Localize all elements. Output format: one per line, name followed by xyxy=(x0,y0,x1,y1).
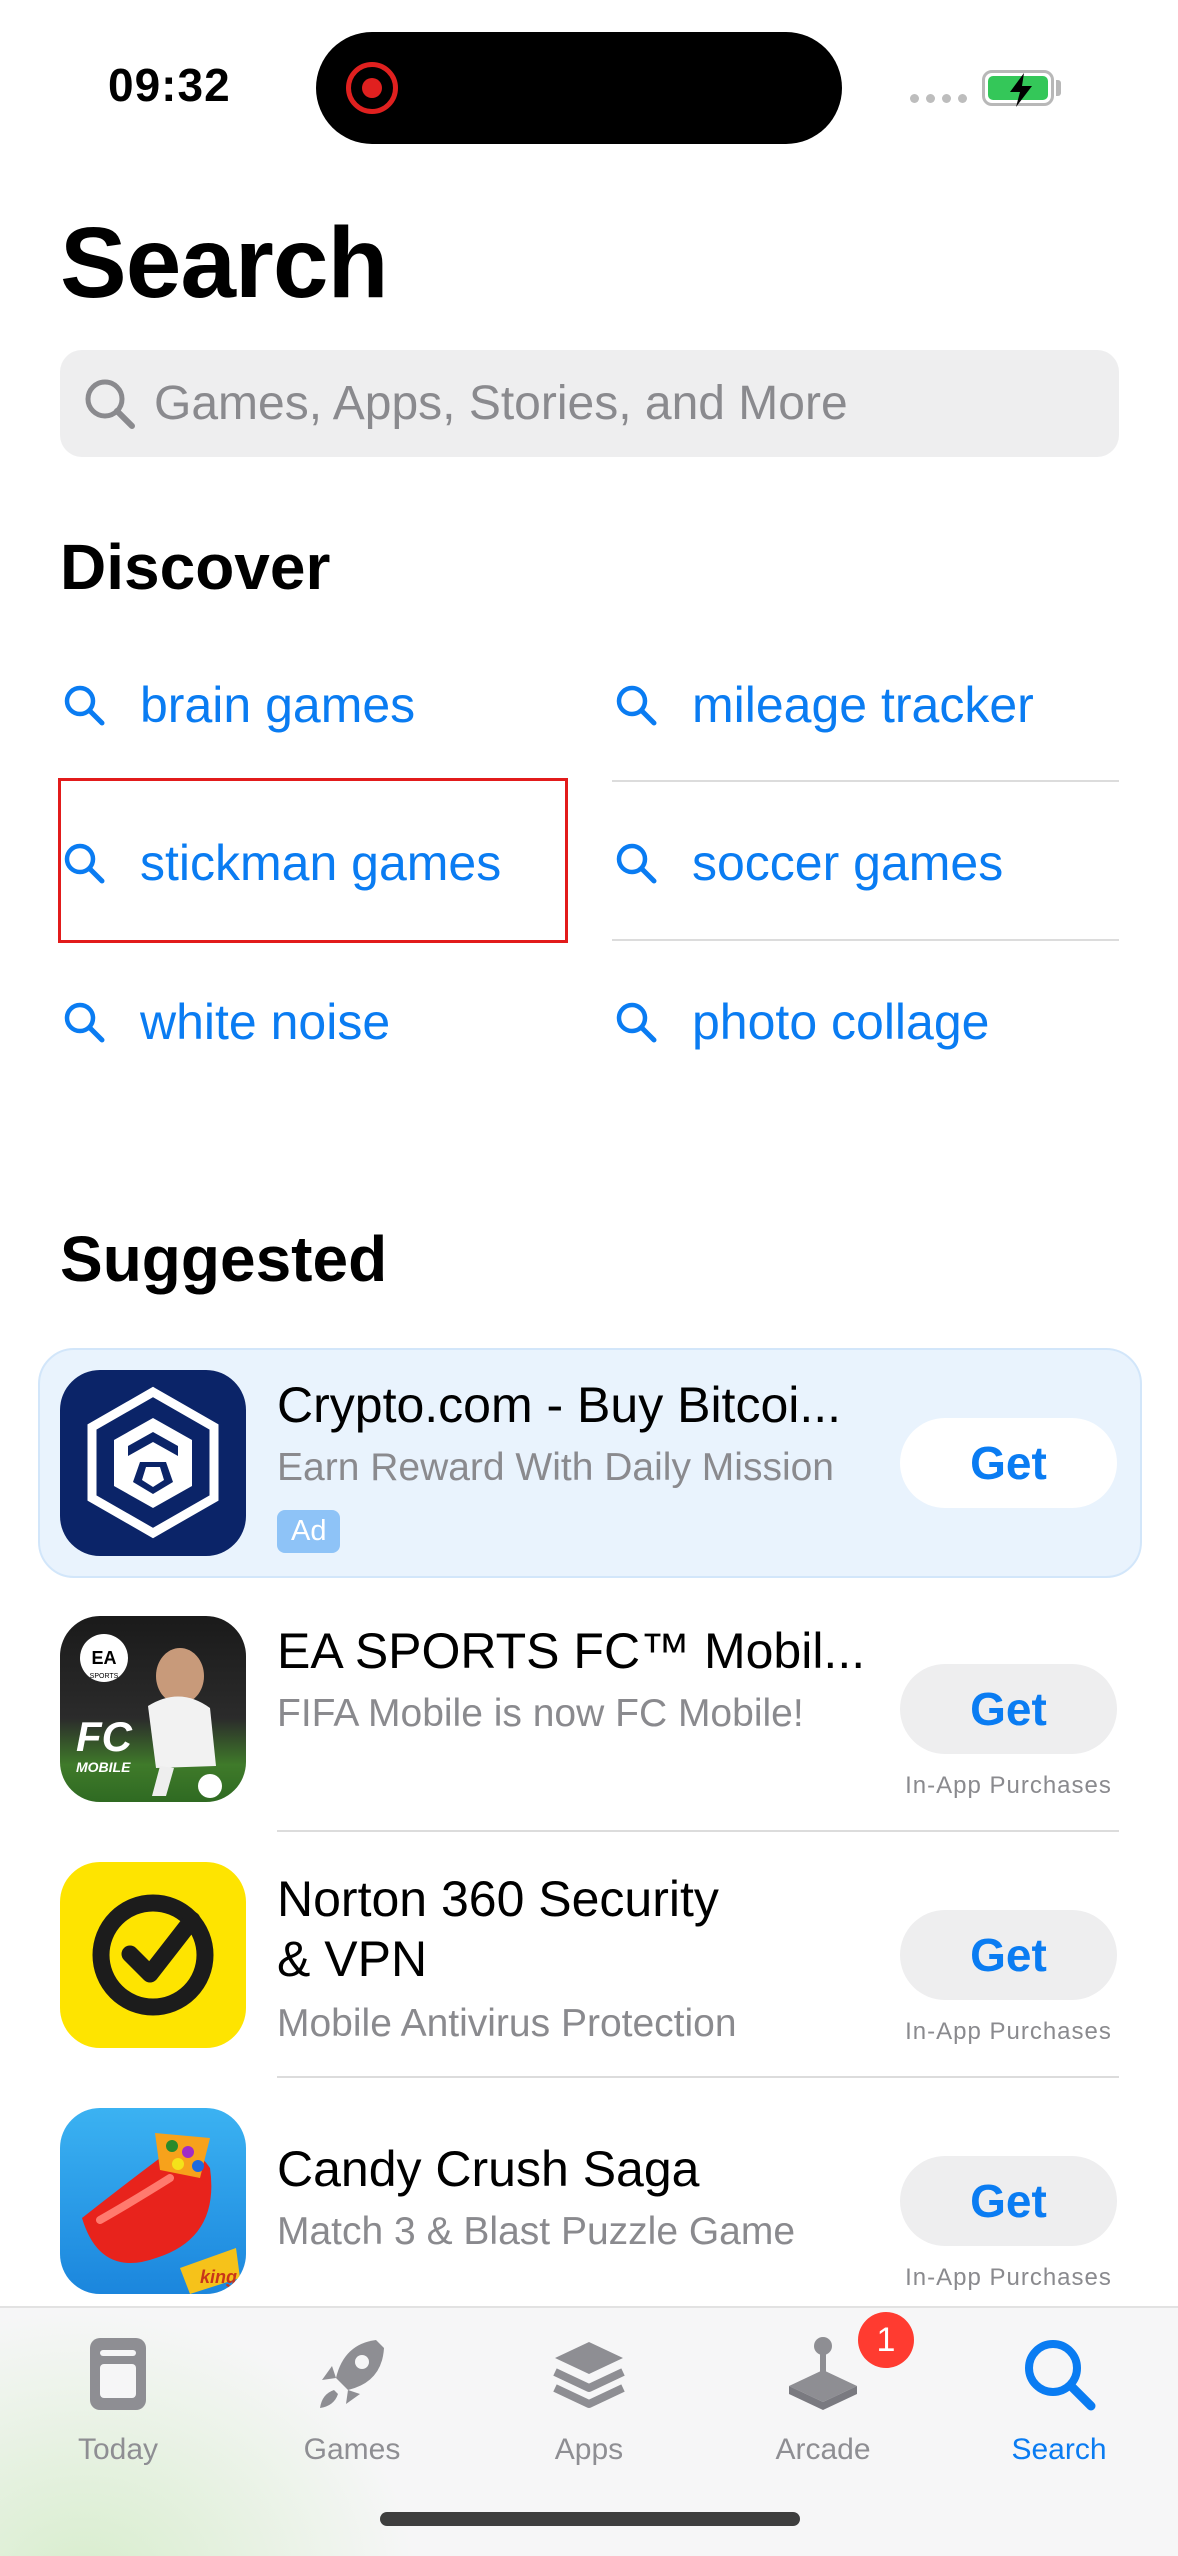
tab-label: Today xyxy=(77,2433,159,2466)
divider xyxy=(612,939,1119,941)
in-app-purchases-note: In-App Purchases xyxy=(905,2264,1112,2291)
norton-app-icon[interactable] xyxy=(60,1862,246,2048)
app-name: Crypto.com - Buy Bitcoi... xyxy=(277,1377,842,1433)
candy-crush-app-icon[interactable]: king xyxy=(60,2108,246,2294)
search-input[interactable] xyxy=(154,350,1094,457)
search-icon xyxy=(64,685,105,726)
tab-label: Apps xyxy=(554,2433,624,2466)
joystick-icon xyxy=(789,2337,857,2410)
search-field[interactable] xyxy=(60,350,1119,457)
tab-label: Arcade xyxy=(775,2433,871,2466)
app-subtitle: Match 3 & Blast Puzzle Game xyxy=(277,2210,796,2253)
discover-item-label: soccer games xyxy=(692,835,1004,891)
battery-icon xyxy=(982,70,1054,107)
tab-games[interactable]: Games xyxy=(252,2328,452,2478)
suggested-heading: Suggested xyxy=(60,1223,388,1295)
ad-badge: Ad xyxy=(277,1510,341,1553)
discover-item-brain-games[interactable]: brain games xyxy=(62,630,415,780)
in-app-purchases-note: In-App Purchases xyxy=(905,2018,1112,2045)
app-name-line1: Norton 360 Security xyxy=(277,1871,719,1927)
discover-item-label: white noise xyxy=(140,994,391,1050)
status-time: 09:32 xyxy=(108,59,231,111)
search-icon xyxy=(85,379,135,429)
app-subtitle: Earn Reward With Daily Mission xyxy=(277,1446,834,1489)
status-bar: 09:32 xyxy=(0,0,1178,170)
svg-text:MOBILE: MOBILE xyxy=(76,1759,131,1775)
in-app-purchases-note: In-App Purchases xyxy=(905,1772,1112,1799)
discover-item-label: photo collage xyxy=(692,994,990,1050)
app-name: Candy Crush Saga xyxy=(277,2141,700,2197)
crypto-app-icon[interactable] xyxy=(60,1370,246,1556)
svg-text:EA: EA xyxy=(91,1648,116,1668)
app-name-line2: & VPN xyxy=(277,1931,428,1987)
search-icon xyxy=(64,1002,105,1043)
home-indicator[interactable] xyxy=(380,2512,800,2526)
app-subtitle: Mobile Antivirus Protection xyxy=(277,2002,737,2045)
discover-item-label: brain games xyxy=(140,677,416,733)
tab-apps[interactable]: Apps xyxy=(489,2328,689,2478)
tab-label: Search xyxy=(1011,2433,1107,2466)
get-button-ea-sports-fc[interactable]: Get xyxy=(900,1664,1117,1754)
discover-item-photo-collage[interactable]: photo collage xyxy=(614,947,989,1097)
svg-text:king: king xyxy=(200,2267,237,2287)
today-icon xyxy=(90,2338,146,2410)
svg-text:SPORTS: SPORTS xyxy=(90,1673,119,1680)
discover-item-label: mileage tracker xyxy=(692,677,1034,733)
ea-sports-fc-app-icon[interactable]: EA SPORTS FC MOBILE xyxy=(60,1616,246,1802)
discover-item-soccer-games[interactable]: soccer games xyxy=(614,788,1003,938)
discover-heading: Discover xyxy=(60,531,331,603)
divider xyxy=(612,780,1119,782)
discover-item-white-noise[interactable]: white noise xyxy=(62,947,390,1097)
svg-text:FC: FC xyxy=(76,1713,133,1760)
arcade-notification-badge: 1 xyxy=(858,2312,914,2368)
get-button-norton[interactable]: Get xyxy=(900,1910,1117,2000)
highlight-box xyxy=(58,778,568,943)
search-icon xyxy=(616,843,657,884)
tab-label: Games xyxy=(303,2433,401,2466)
search-icon xyxy=(616,685,657,726)
app-subtitle: FIFA Mobile is now FC Mobile! xyxy=(277,1692,804,1735)
get-button-crypto[interactable]: Get xyxy=(900,1418,1117,1508)
divider xyxy=(277,1830,1119,1832)
search-icon xyxy=(1025,2340,1096,2411)
discover-item-mileage-tracker[interactable]: mileage tracker xyxy=(614,630,1034,780)
tab-today[interactable]: Today xyxy=(18,2328,218,2478)
divider xyxy=(277,2076,1119,2078)
tab-search[interactable]: Search xyxy=(959,2328,1159,2478)
dynamic-island xyxy=(316,32,842,144)
apps-stack-icon xyxy=(553,2342,625,2408)
rocket-icon xyxy=(320,2340,384,2408)
signal-icon xyxy=(910,94,967,103)
search-icon xyxy=(616,1002,657,1043)
screen-recording-icon xyxy=(346,62,398,114)
get-button-candy-crush[interactable]: Get xyxy=(900,2156,1117,2246)
app-name: EA SPORTS FC™ Mobil... xyxy=(277,1623,866,1679)
page-title: Search xyxy=(60,207,389,319)
